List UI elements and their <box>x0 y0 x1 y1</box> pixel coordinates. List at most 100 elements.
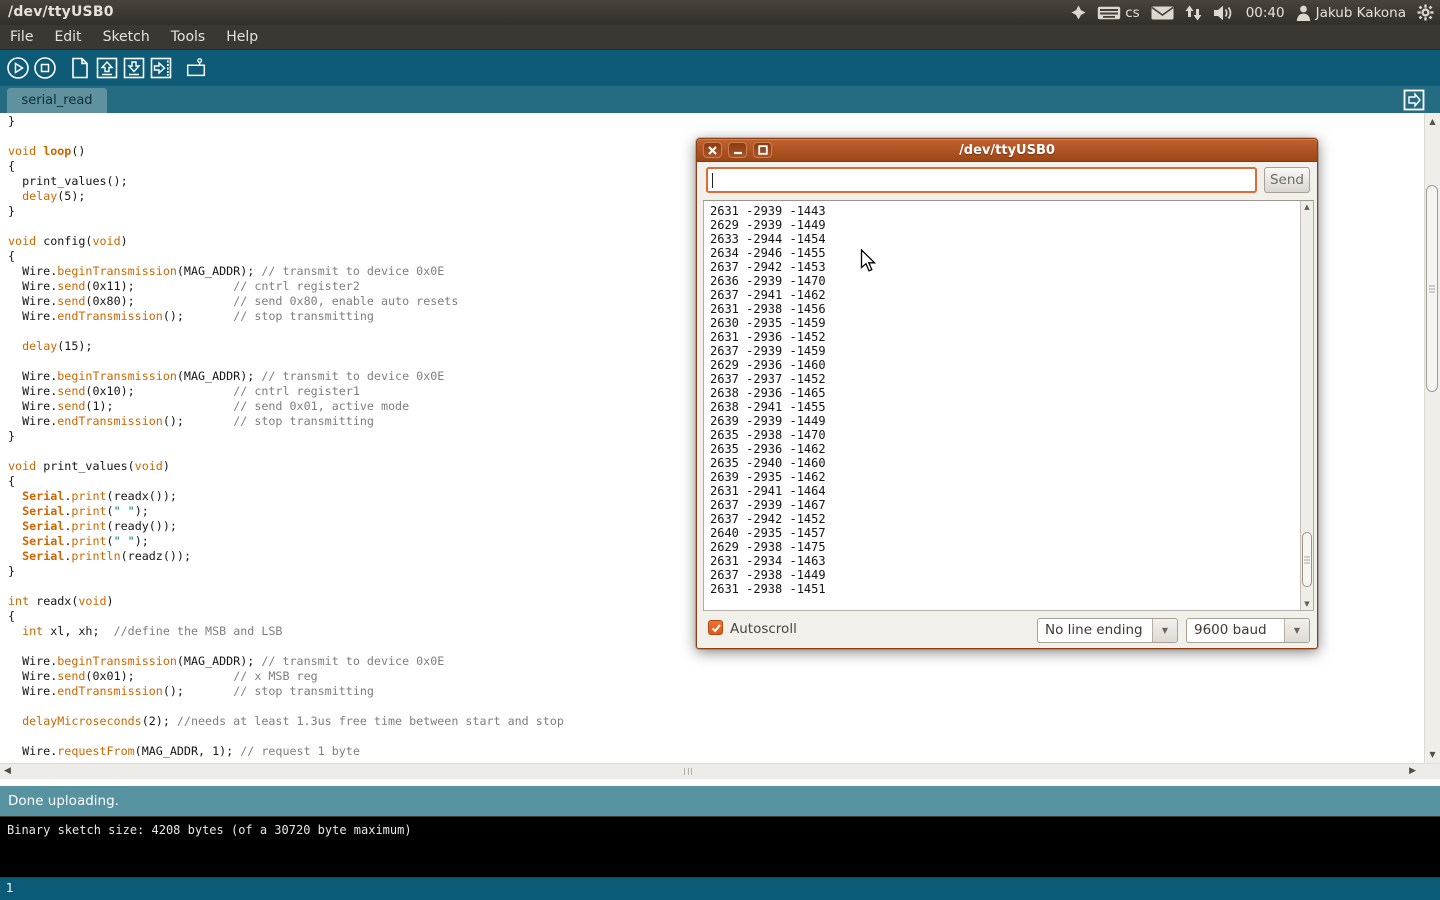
hscroll-grip[interactable] <box>684 768 692 775</box>
keyboard-icon <box>1097 6 1121 20</box>
serial-row: 2636 -2939 -1470 <box>710 274 1300 288</box>
desktop: /dev/ttyUSB0 cs 00:40 <box>0 0 1440 900</box>
editor-scrollbar-thumb[interactable] <box>1426 185 1438 392</box>
menu-edit[interactable]: Edit <box>54 29 81 45</box>
serial-row: 2631 -2936 -1452 <box>710 330 1300 344</box>
upload-icon <box>149 56 173 80</box>
volume-icon[interactable] <box>1213 5 1235 21</box>
keyboard-indicator[interactable]: cs <box>1097 5 1139 21</box>
status-message: Done uploading. <box>8 793 119 809</box>
top-panel: /dev/ttyUSB0 cs 00:40 <box>0 0 1440 25</box>
save-button[interactable] <box>122 56 146 80</box>
scroll-down-arrow-icon[interactable]: ▼ <box>1425 750 1440 759</box>
autoscroll-checkbox[interactable] <box>708 620 723 635</box>
serial-row: 2629 -2936 -1460 <box>710 358 1300 372</box>
session-gear-icon[interactable] <box>1417 4 1434 21</box>
serial-row: 2631 -2938 -1456 <box>710 302 1300 316</box>
serial-input-field[interactable] <box>706 167 1257 193</box>
mail-icon[interactable] <box>1151 6 1174 20</box>
line-number: 1 <box>6 881 14 895</box>
scroll-left-arrow-icon[interactable]: ◀ <box>4 766 11 776</box>
scroll-up-arrow-icon[interactable]: ▲ <box>1425 117 1440 126</box>
code-line <box>8 729 1424 744</box>
checkmark-icon <box>710 622 722 634</box>
scroll-down-arrow-icon[interactable]: ▼ <box>1301 600 1313 608</box>
serial-row: 2635 -2938 -1470 <box>710 428 1300 442</box>
editor-horizontal-scrollbar[interactable]: ◀ ▶ <box>0 763 1440 779</box>
serial-monitor-title: /dev/ttyUSB0 <box>697 139 1317 162</box>
serial-row: 2631 -2939 -1443 <box>710 204 1300 218</box>
serial-output-panel: 2631 -2939 -14432629 -2939 -14492633 -29… <box>703 200 1314 611</box>
baud-rate-select[interactable]: 9600 baud ▼ <box>1186 618 1310 643</box>
serial-row: 2633 -2944 -1454 <box>710 232 1300 246</box>
save-icon <box>122 56 146 80</box>
serial-row: 2629 -2939 -1449 <box>710 218 1300 232</box>
tab-bar: serial_read <box>0 86 1440 113</box>
menu-file[interactable]: File <box>10 29 33 45</box>
keyboard-layout-label: cs <box>1125 5 1139 21</box>
serial-monitor-window: /dev/ttyUSB0 Send 2631 -2939 -14432629 -… <box>696 138 1318 649</box>
menu-help[interactable]: Help <box>226 29 258 45</box>
tab-serial-read[interactable]: serial_read <box>7 88 107 113</box>
serial-row: 2638 -2936 -1465 <box>710 386 1300 400</box>
new-sketch-button[interactable] <box>68 56 92 80</box>
verify-button[interactable] <box>6 56 30 80</box>
console-output: Binary sketch size: 4208 bytes (of a 307… <box>0 816 1440 878</box>
menu-tools[interactable]: Tools <box>171 29 206 45</box>
user-menu[interactable]: Jakub Kakona <box>1296 5 1406 21</box>
serial-monitor-icon <box>184 56 208 80</box>
baud-rate-value: 9600 baud <box>1187 619 1284 642</box>
minimize-button[interactable] <box>728 142 747 158</box>
serial-row: 2637 -2937 -1452 <box>710 372 1300 386</box>
serial-scrollbar-thumb[interactable] <box>1302 532 1312 587</box>
stop-button[interactable] <box>33 56 57 80</box>
serial-row: 2637 -2942 -1453 <box>710 260 1300 274</box>
serial-row: 2630 -2935 -1459 <box>710 316 1300 330</box>
open-icon <box>95 56 119 80</box>
serial-row: 2637 -2942 -1452 <box>710 512 1300 526</box>
code-line <box>8 699 1424 714</box>
indicator-icon[interactable] <box>1071 5 1086 20</box>
serial-row: 2640 -2935 -1457 <box>710 526 1300 540</box>
close-icon <box>708 146 717 155</box>
serial-output[interactable]: 2631 -2939 -14432629 -2939 -14492633 -29… <box>704 201 1300 610</box>
status-bar: Done uploading. <box>0 786 1440 816</box>
console-message: Binary sketch size: 4208 bytes (of a 307… <box>7 823 412 837</box>
line-ending-select[interactable]: No line ending ▼ <box>1037 618 1178 643</box>
code-line: Wire.endTransmission(); // stop transmit… <box>8 684 1424 699</box>
scroll-right-arrow-icon[interactable]: ▶ <box>1409 766 1416 776</box>
stop-icon <box>33 56 57 80</box>
serial-row: 2629 -2938 -1475 <box>710 540 1300 554</box>
serial-row: 2637 -2941 -1462 <box>710 288 1300 302</box>
serial-row: 2635 -2940 -1460 <box>710 456 1300 470</box>
serial-row: 2631 -2934 -1463 <box>710 554 1300 568</box>
serial-monitor-titlebar[interactable]: /dev/ttyUSB0 <box>697 139 1317 162</box>
tab-menu-button[interactable] <box>1403 89 1425 111</box>
clock[interactable]: 00:40 <box>1246 5 1285 21</box>
network-icon[interactable] <box>1185 5 1202 21</box>
chevron-down-icon: ▼ <box>1152 619 1177 642</box>
serial-row: 2639 -2939 -1449 <box>710 414 1300 428</box>
tab-label: serial_read <box>21 93 92 108</box>
code-line: } <box>8 114 1424 129</box>
menu-sketch[interactable]: Sketch <box>103 29 150 45</box>
serial-row: 2638 -2941 -1455 <box>710 400 1300 414</box>
send-button[interactable]: Send <box>1264 167 1310 193</box>
close-button[interactable] <box>703 142 722 158</box>
text-caret <box>712 173 713 188</box>
editor-vertical-scrollbar[interactable]: ▲ ▼ <box>1424 113 1440 763</box>
upload-button[interactable] <box>149 56 173 80</box>
verify-icon <box>6 56 30 80</box>
scroll-up-arrow-icon[interactable]: ▲ <box>1301 203 1313 211</box>
username-label: Jakub Kakona <box>1316 5 1406 21</box>
toolbar <box>0 50 1440 86</box>
serial-monitor-button[interactable] <box>184 56 208 80</box>
serial-row: 2635 -2936 -1462 <box>710 442 1300 456</box>
open-button[interactable] <box>95 56 119 80</box>
serial-row: 2634 -2946 -1455 <box>710 246 1300 260</box>
focused-window-title: /dev/ttyUSB0 <box>8 4 114 20</box>
maximize-icon <box>758 145 768 155</box>
mouse-cursor-icon <box>860 249 877 277</box>
maximize-button[interactable] <box>753 142 772 158</box>
serial-scrollbar[interactable]: ▲ ▼ <box>1300 201 1313 610</box>
